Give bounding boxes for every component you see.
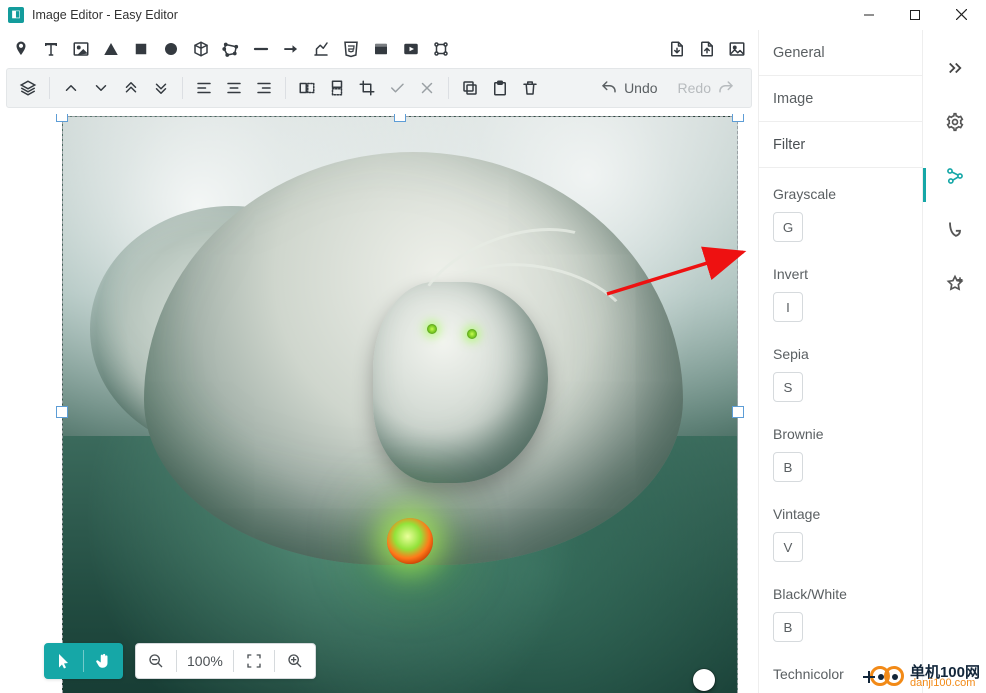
triangle-icon[interactable] [96, 34, 126, 64]
canvas-status-bar: 100% [44, 643, 316, 679]
undo-button[interactable]: Undo [590, 73, 667, 103]
filter-toggle-5[interactable]: B [773, 612, 803, 642]
zoom-control: 100% [135, 643, 316, 679]
align-right-icon[interactable] [249, 73, 279, 103]
rail-star-icon[interactable] [935, 264, 975, 304]
toolbar-insert [0, 30, 758, 68]
cube-icon[interactable] [186, 34, 216, 64]
image-icon[interactable] [66, 34, 96, 64]
trash-icon[interactable] [515, 73, 545, 103]
chevron-down-icon[interactable] [86, 73, 116, 103]
paste-icon[interactable] [485, 73, 515, 103]
fit-screen-button[interactable] [234, 653, 274, 669]
file-down-icon[interactable] [662, 34, 692, 64]
flip-v-icon[interactable] [322, 73, 352, 103]
tab-general[interactable]: General [759, 30, 922, 76]
double-chevron-up-icon[interactable] [116, 73, 146, 103]
double-chevron-down-icon[interactable] [146, 73, 176, 103]
resize-handle-tm[interactable] [394, 114, 406, 122]
rotation-anchor[interactable] [693, 669, 715, 691]
layers-icon[interactable] [13, 73, 43, 103]
arrow-icon[interactable] [276, 34, 306, 64]
align-center-icon[interactable] [219, 73, 249, 103]
text-icon[interactable] [36, 34, 66, 64]
zoom-level: 100% [177, 653, 233, 669]
filter-label-3: Brownie [773, 426, 908, 442]
flip-h-icon[interactable] [292, 73, 322, 103]
section-icon[interactable] [366, 34, 396, 64]
chart-icon[interactable] [306, 34, 336, 64]
filter-label-4: Vintage [773, 506, 908, 522]
redo-button[interactable]: Redo [668, 73, 745, 103]
filter-label-2: Sepia [773, 346, 908, 362]
html-icon[interactable] [336, 34, 366, 64]
undo-label: Undo [624, 80, 657, 96]
pin-icon[interactable] [6, 34, 36, 64]
rail-settings-icon[interactable] [935, 102, 975, 142]
resize-handle-mr[interactable] [732, 406, 744, 418]
filter-label-0: Grayscale [773, 186, 908, 202]
editor-main: Undo Redo [0, 30, 758, 693]
toolbar-edit: Undo Redo [6, 68, 752, 108]
check-icon[interactable] [382, 73, 412, 103]
filter-label-6: Technicolor [773, 666, 908, 682]
copy-icon[interactable] [455, 73, 485, 103]
properties-panel: General Image Filter Grayscale G Invert I Se… [758, 30, 922, 693]
file-up-icon[interactable] [692, 34, 722, 64]
tool-mode-switch[interactable] [44, 643, 123, 679]
canvas-viewport[interactable]: 100% [0, 114, 758, 693]
resize-handle-tr[interactable] [732, 114, 744, 122]
line-icon[interactable] [246, 34, 276, 64]
expand-rail-button[interactable] [935, 48, 975, 88]
circle-icon[interactable] [156, 34, 186, 64]
window-minimize-button[interactable] [846, 0, 892, 30]
nodes-icon[interactable] [426, 34, 456, 64]
window-close-button[interactable] [938, 0, 984, 30]
filter-toggle-0[interactable]: G [773, 212, 803, 242]
zoom-out-button[interactable] [136, 653, 176, 669]
rail-tune-icon[interactable] [935, 156, 975, 196]
filter-panel: Grayscale G Invert I Sepia S Brownie B Vintage V B… [759, 168, 922, 693]
rail-vine-icon[interactable] [935, 210, 975, 250]
close-icon[interactable] [412, 73, 442, 103]
filter-label-5: Black/White [773, 586, 908, 602]
canvas-image-selection[interactable] [62, 116, 738, 693]
filter-toggle-4[interactable]: V [773, 532, 803, 562]
filter-toggle-3[interactable]: B [773, 452, 803, 482]
image-placeholder-icon[interactable] [722, 34, 752, 64]
crop-icon[interactable] [352, 73, 382, 103]
align-left-icon[interactable] [189, 73, 219, 103]
window-title: Image Editor - Easy Editor [32, 8, 178, 22]
right-rail [922, 30, 986, 693]
window-titlebar: ◧ Image Editor - Easy Editor [0, 0, 986, 30]
resize-handle-tl[interactable] [56, 114, 68, 122]
tab-image[interactable]: Image [759, 76, 922, 122]
zoom-in-button[interactable] [275, 653, 315, 669]
tab-filter[interactable]: Filter [759, 122, 922, 168]
filter-toggle-2[interactable]: S [773, 372, 803, 402]
chevron-up-icon[interactable] [56, 73, 86, 103]
polygon-icon[interactable] [216, 34, 246, 64]
filter-label-1: Invert [773, 266, 908, 282]
app-icon: ◧ [8, 7, 24, 23]
window-maximize-button[interactable] [892, 0, 938, 30]
artwork-dragon [63, 117, 737, 693]
filter-toggle-1[interactable]: I [773, 292, 803, 322]
hand-tool-icon[interactable] [84, 644, 122, 678]
pointer-tool-icon[interactable] [45, 644, 83, 678]
square-icon[interactable] [126, 34, 156, 64]
redo-label: Redo [678, 80, 711, 96]
video-icon[interactable] [396, 34, 426, 64]
resize-handle-ml[interactable] [56, 406, 68, 418]
